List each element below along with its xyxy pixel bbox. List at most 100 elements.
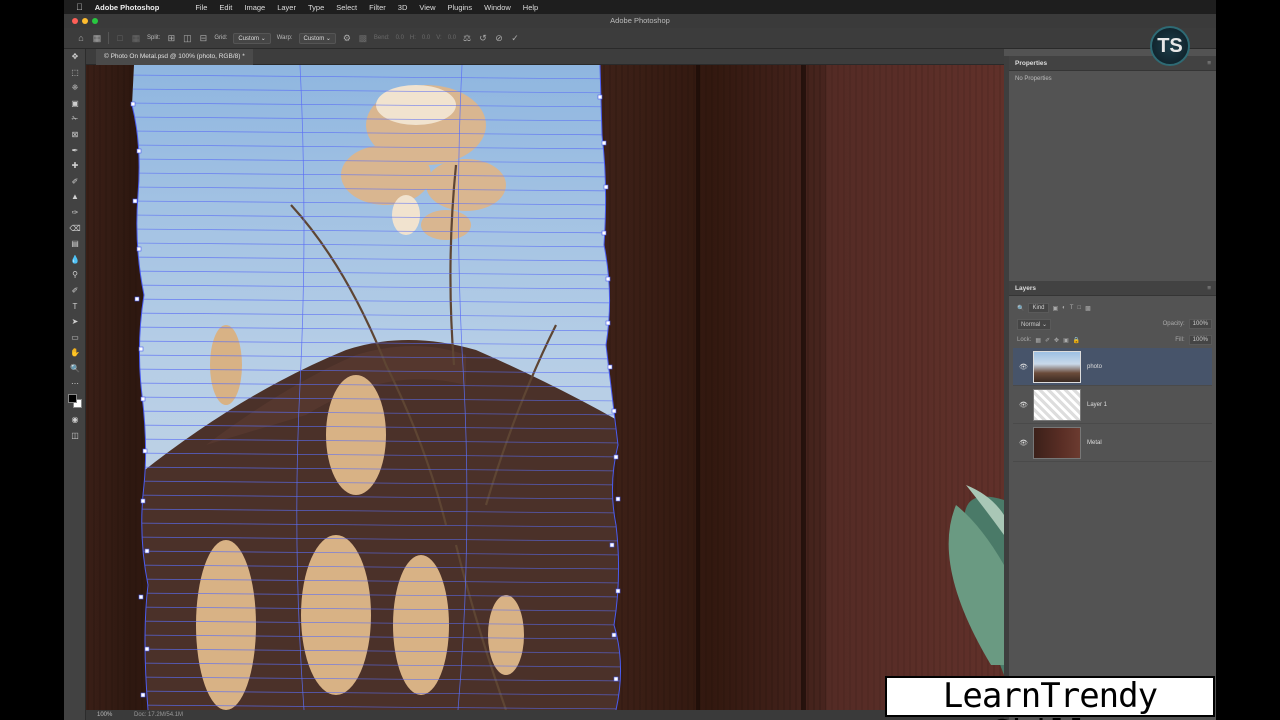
- layers-title[interactable]: Layers: [1015, 285, 1036, 292]
- path-selection-icon[interactable]: ➤: [64, 314, 86, 330]
- menu-image[interactable]: Image: [244, 3, 265, 12]
- filter-shape-icon[interactable]: □: [1077, 305, 1081, 311]
- fill-field[interactable]: 100%: [1188, 335, 1212, 345]
- frame-tool-icon[interactable]: ⊠: [64, 127, 86, 143]
- layer-thumbnail: [1033, 426, 1081, 459]
- layer-name[interactable]: Metal: [1087, 440, 1102, 446]
- app-name-menu[interactable]: Adobe Photoshop: [95, 3, 160, 12]
- filter-type-icon[interactable]: T: [1070, 305, 1074, 311]
- filter-adjust-icon[interactable]: ◐: [1062, 305, 1066, 311]
- menu-select[interactable]: Select: [336, 3, 357, 12]
- brush-tool-icon[interactable]: ✐: [64, 174, 86, 190]
- v-field[interactable]: 0.0: [448, 35, 456, 41]
- menu-edit[interactable]: Edit: [219, 3, 232, 12]
- menu-window[interactable]: Window: [484, 3, 511, 12]
- warp-select[interactable]: Custom ⌄: [298, 32, 336, 44]
- eye-icon[interactable]: 👁: [1019, 439, 1028, 447]
- menu-layer[interactable]: Layer: [277, 3, 296, 12]
- move-tool-icon[interactable]: ✥: [64, 49, 86, 65]
- filter-smart-icon[interactable]: ▩: [1085, 305, 1091, 312]
- reference-point-icon[interactable]: □: [115, 33, 125, 43]
- menu-file[interactable]: File: [195, 3, 207, 12]
- menu-3d[interactable]: 3D: [398, 3, 408, 12]
- properties-menu-icon[interactable]: ≡: [1207, 56, 1211, 71]
- warp-orientation-icon[interactable]: ▩: [358, 33, 368, 43]
- blur-tool-icon[interactable]: 💧: [64, 252, 86, 268]
- document-tab[interactable]: © Photo On Metal.psd @ 100% (photo, RGB/…: [96, 49, 253, 65]
- layer-name[interactable]: Layer 1: [1087, 402, 1107, 408]
- split-cross-icon[interactable]: ⊞: [166, 33, 176, 43]
- reference-grid-icon[interactable]: ▦: [131, 33, 141, 43]
- orientation-icon[interactable]: ⚙: [342, 33, 352, 43]
- menu-filter[interactable]: Filter: [369, 3, 386, 12]
- properties-title[interactable]: Properties: [1015, 60, 1047, 67]
- commit-transform-icon[interactable]: ✓: [510, 33, 520, 43]
- eye-icon[interactable]: 👁: [1019, 401, 1028, 409]
- zoom-window-button[interactable]: [92, 18, 98, 24]
- more-tools-icon[interactable]: ⋯: [64, 376, 86, 392]
- home-icon[interactable]: ⌂: [76, 33, 86, 43]
- layer-kind-filter[interactable]: Kind: [1028, 303, 1049, 313]
- apple-icon[interactable]: : [76, 2, 83, 12]
- eye-icon[interactable]: 👁: [1019, 363, 1028, 371]
- layer-row-photo[interactable]: 👁 photo: [1013, 348, 1212, 386]
- layer-name[interactable]: photo: [1087, 364, 1102, 370]
- grid-select-value: Custom: [238, 35, 260, 42]
- canvas-artwork: [86, 65, 1004, 710]
- menu-view[interactable]: View: [419, 3, 435, 12]
- dodge-tool-icon[interactable]: ⚲: [64, 267, 86, 283]
- warped-photo-layer: [132, 65, 621, 710]
- quick-mask-icon[interactable]: ◉: [64, 412, 86, 428]
- blend-mode-select[interactable]: Normal ⌄: [1017, 318, 1052, 330]
- type-tool-icon[interactable]: T: [64, 299, 86, 315]
- eraser-icon[interactable]: ⌫: [64, 221, 86, 237]
- layer-row-metal[interactable]: 👁 Metal: [1013, 424, 1212, 462]
- zoom-level[interactable]: 100%: [97, 712, 112, 718]
- split-vertical-icon[interactable]: ◫: [182, 33, 192, 43]
- close-window-button[interactable]: [72, 18, 78, 24]
- zoom-tool-icon[interactable]: 🔍: [64, 361, 86, 377]
- clone-stamp-icon[interactable]: ▲: [64, 189, 86, 205]
- doc-size-info[interactable]: Doc: 17.2M/54.1M: [134, 712, 183, 718]
- menu-plugins[interactable]: Plugins: [448, 3, 473, 12]
- healing-brush-icon[interactable]: ✚: [64, 158, 86, 174]
- lock-pixels-icon[interactable]: ▦: [1035, 337, 1041, 344]
- puppet-warp-icon[interactable]: ⚖: [462, 33, 472, 43]
- screen-mode-icon[interactable]: ◫: [64, 428, 86, 444]
- history-brush-icon[interactable]: ✑: [64, 205, 86, 221]
- menu-type[interactable]: Type: [308, 3, 324, 12]
- undo-icon[interactable]: ↺: [478, 33, 488, 43]
- grid-select[interactable]: Custom ⌄: [233, 32, 271, 44]
- blend-opacity-row: Normal ⌄ Opacity: 100%: [1013, 316, 1212, 332]
- bend-field[interactable]: 0.0: [396, 35, 404, 41]
- marquee-tool-icon[interactable]: ⬚: [64, 65, 86, 81]
- layer-row-layer1[interactable]: 👁 Layer 1: [1013, 386, 1212, 424]
- color-swatches[interactable]: [64, 392, 86, 412]
- lock-artboard-icon[interactable]: ▣: [1063, 337, 1069, 344]
- object-selection-icon[interactable]: ▣: [64, 96, 86, 112]
- window-title-bar: Adobe Photoshop: [64, 14, 1216, 28]
- lock-all-icon[interactable]: 🔒: [1073, 337, 1080, 344]
- hand-tool-icon[interactable]: ✋: [64, 345, 86, 361]
- cancel-transform-icon[interactable]: ⊘: [494, 33, 504, 43]
- minimize-window-button[interactable]: [82, 18, 88, 24]
- lock-position-icon[interactable]: ✥: [1054, 337, 1059, 344]
- lasso-tool-icon[interactable]: ❈: [64, 80, 86, 96]
- pen-tool-icon[interactable]: ✐: [64, 283, 86, 299]
- lock-paint-icon[interactable]: ✐: [1045, 337, 1050, 344]
- filter-search-icon: 🔍: [1017, 305, 1025, 312]
- properties-body: No Properties: [1009, 71, 1216, 281]
- menu-help[interactable]: Help: [523, 3, 538, 12]
- split-horizontal-icon[interactable]: ⊟: [198, 33, 208, 43]
- tool-preset-icon[interactable]: ▦: [92, 33, 102, 43]
- rectangle-tool-icon[interactable]: ▭: [64, 330, 86, 346]
- opacity-field[interactable]: 100%: [1188, 319, 1212, 329]
- layers-menu-icon[interactable]: ≡: [1207, 281, 1211, 296]
- gradient-tool-icon[interactable]: ▤: [64, 236, 86, 252]
- foreground-color-swatch[interactable]: [68, 394, 77, 404]
- document-canvas[interactable]: [86, 65, 1004, 710]
- crop-tool-icon[interactable]: ✁: [64, 111, 86, 127]
- eyedropper-icon[interactable]: ✒: [64, 143, 86, 159]
- filter-pixel-icon[interactable]: ▣: [1053, 305, 1059, 312]
- h-field[interactable]: 0.0: [422, 35, 430, 41]
